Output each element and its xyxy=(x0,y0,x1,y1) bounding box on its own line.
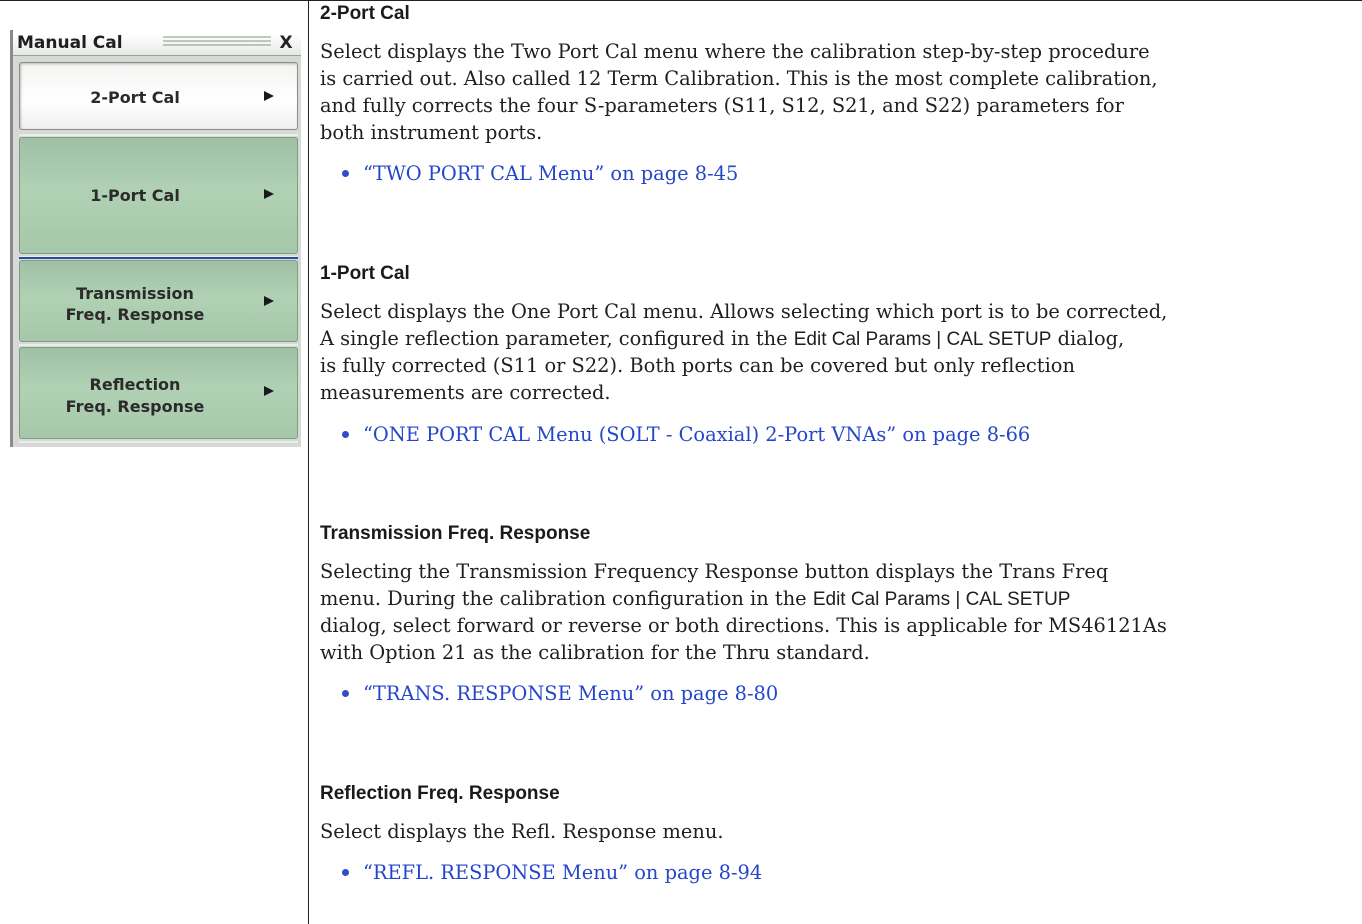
paragraph-line: is fully corrected (S11 or S22). Both po… xyxy=(320,354,1075,377)
one-port-cal-button[interactable]: 1-Port Cal xyxy=(19,137,298,254)
column-divider xyxy=(308,0,309,924)
paragraph-line: menu. During the calibration configurati… xyxy=(320,585,1360,613)
cross-reference-link[interactable]: “TWO PORT CAL Menu” on page 8-45 xyxy=(363,162,738,185)
triangle-right-icon xyxy=(264,296,274,306)
bullet-item: “TWO PORT CAL Menu” on page 8-45 xyxy=(342,160,738,187)
button-label: Transmission xyxy=(76,284,194,303)
paragraph-line: Select displays the One Port Cal menu. A… xyxy=(320,300,1168,323)
section-title: Transmission Freq. Response xyxy=(320,523,591,544)
triangle-right-icon xyxy=(264,91,274,101)
section-title: 2-Port Cal xyxy=(320,3,410,24)
button-label: 1-Port Cal xyxy=(90,186,180,205)
paragraph-line: and fully corrects the four S-parameters… xyxy=(320,94,1124,117)
triangle-right-icon xyxy=(264,386,274,396)
button-separator xyxy=(19,344,298,346)
bullet-icon xyxy=(342,430,349,438)
text-run: dialog, xyxy=(1051,327,1125,350)
triangle-right-icon xyxy=(264,189,274,199)
text-run: A single reflection parameter, configure… xyxy=(320,327,794,350)
paragraph-line: measurements are corrected. xyxy=(320,381,611,404)
button-label: Freq. Response xyxy=(65,397,205,416)
menu-path-reference: Edit Cal Params | CAL SETUP xyxy=(812,589,1071,610)
paragraph-line: Selecting the Transmission Frequency Res… xyxy=(320,560,1109,583)
manual-cal-menu: Manual Cal X 2-Port Cal 1-Port Cal Trans… xyxy=(10,30,301,447)
paragraph-line: A single reflection parameter, configure… xyxy=(320,325,1360,353)
two-port-cal-button[interactable]: 2-Port Cal xyxy=(19,62,298,130)
section-title: 1-Port Cal xyxy=(320,263,410,284)
button-label: 2-Port Cal xyxy=(90,88,180,107)
button-label: Freq. Response xyxy=(65,305,205,324)
document-content: 2-Port Cal Select displays the Two Port … xyxy=(320,0,1360,924)
button-label: Reflection xyxy=(89,375,181,394)
paragraph-line: with Option 21 as the calibration for th… xyxy=(320,641,870,664)
menu-path-reference: Edit Cal Params | CAL SETUP xyxy=(793,329,1052,350)
bullet-icon xyxy=(342,689,349,697)
menu-titlebar: Manual Cal X xyxy=(13,30,301,56)
paragraph-line: dialog, select forward or reverse or bot… xyxy=(320,614,1167,637)
close-button[interactable]: X xyxy=(275,32,297,54)
text-run: menu. During the calibration configurati… xyxy=(320,587,813,610)
bullet-item: “ONE PORT CAL Menu (SOLT - Coaxial) 2-Po… xyxy=(342,421,1030,448)
button-separator xyxy=(19,134,298,136)
bullet-item: “REFL. RESPONSE Menu” on page 8-94 xyxy=(342,859,762,886)
cross-reference-link[interactable]: “REFL. RESPONSE Menu” on page 8-94 xyxy=(363,861,762,884)
bullet-icon xyxy=(342,169,349,177)
bullet-icon xyxy=(342,868,349,876)
menu-title: Manual Cal xyxy=(17,33,123,53)
button-separator xyxy=(19,441,298,443)
bullet-item: “TRANS. RESPONSE Menu” on page 8-80 xyxy=(342,680,778,707)
paragraph-line: is carried out. Also called 12 Term Cali… xyxy=(320,67,1158,90)
reflection-freq-response-button[interactable]: Reflection Freq. Response xyxy=(19,347,298,439)
cross-reference-link[interactable]: “ONE PORT CAL Menu (SOLT - Coaxial) 2-Po… xyxy=(363,423,1030,446)
titlebar-grip xyxy=(163,36,271,50)
paragraph-line: Select displays the Refl. Response menu. xyxy=(320,820,724,843)
section-title: Reflection Freq. Response xyxy=(320,783,560,804)
paragraph-line: Select displays the Two Port Cal menu wh… xyxy=(320,40,1150,63)
paragraph-line: both instrument ports. xyxy=(320,121,543,144)
transmission-freq-response-button[interactable]: Transmission Freq. Response xyxy=(19,260,298,342)
cross-reference-link[interactable]: “TRANS. RESPONSE Menu” on page 8-80 xyxy=(363,682,778,705)
section-separator xyxy=(19,256,298,259)
